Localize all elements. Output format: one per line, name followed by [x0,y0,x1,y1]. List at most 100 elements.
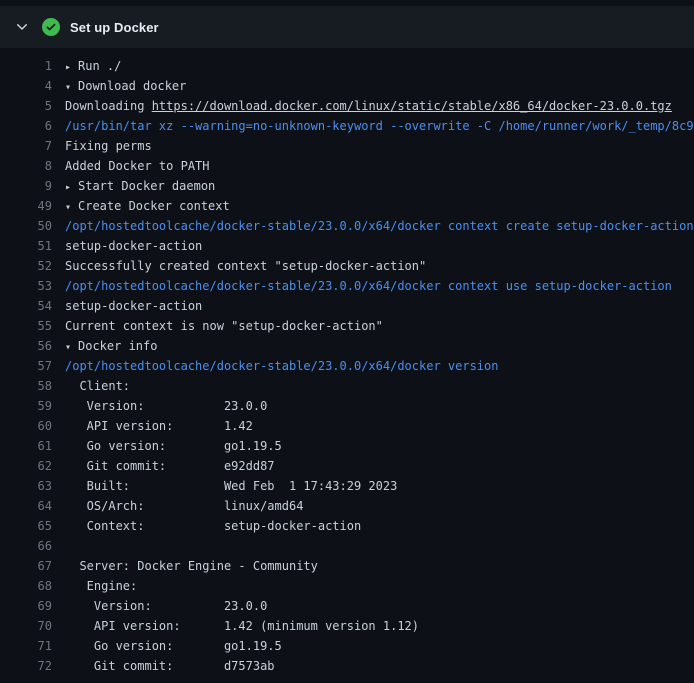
line-number[interactable]: 53 [0,276,52,296]
log-line: 52 Successfully created context "setup-do… [0,256,694,276]
group-expanded-icon[interactable]: ▾ [65,78,78,96]
step-header[interactable]: Set up Docker [0,6,694,48]
group-expanded-icon[interactable]: ▾ [65,338,78,356]
chevron-down-icon[interactable] [14,19,30,35]
log-text: Download docker [78,79,186,93]
line-number[interactable]: 69 [0,596,52,616]
line-number[interactable]: 59 [0,396,52,416]
log-link[interactable]: https://download.docker.com/linux/static… [152,99,672,113]
log-line: 5Downloading https://download.docker.com… [0,96,694,116]
line-number[interactable]: 72 [0,656,52,676]
line-number[interactable]: 54 [0,296,52,316]
line-content: Git commit: d7573ab [52,656,275,676]
log-text: Current context is now "setup-docker-act… [65,319,383,333]
line-number[interactable]: 6 [0,116,52,136]
line-content: Client: [52,376,130,396]
line-content: Context: setup-docker-action [52,516,361,536]
log-text: Start Docker daemon [78,179,215,193]
line-number[interactable]: 56 [0,336,52,356]
log-line: 65 Context: setup-docker-action [0,516,694,536]
log-text: Built: Wed Feb 1 17:43:29 2023 [65,479,397,493]
log-text: Go version: go1.19.5 [65,439,282,453]
log-line: 58 Client: [0,376,694,396]
log-line: 66 [0,536,694,556]
line-content: Engine: [52,576,137,596]
group-collapsed-icon[interactable]: ▸ [65,58,78,76]
log-text: Go version: go1.19.5 [65,639,282,653]
log-line: 70 API version: 1.42 (minimum version 1.… [0,616,694,636]
line-content: Successfully created context "setup-dock… [52,256,426,276]
log-line: 53/opt/hostedtoolcache/docker-stable/23.… [0,276,694,296]
log-command-text: /opt/hostedtoolcache/docker-stable/23.0.… [65,279,672,293]
line-number[interactable]: 65 [0,516,52,536]
log-line: 59 Version: 23.0.0 [0,396,694,416]
log-text: Docker info [78,339,157,353]
log-line: 4▾Download docker [0,76,694,96]
log-line: 57/opt/hostedtoolcache/docker-stable/23.… [0,356,694,376]
log-text: Git commit: d7573ab [65,659,275,673]
log-text: setup-docker-action [65,299,202,313]
line-content: OS/Arch: linux/amd64 [52,496,303,516]
line-number[interactable]: 63 [0,476,52,496]
log-line: 56 ▾Docker info [0,336,694,356]
step-title: Set up Docker [70,20,159,35]
actions-log-viewer: Set up Docker 1▸Run ./4▾Download docker5… [0,0,694,683]
log-text: OS/Arch: linux/amd64 [65,499,303,513]
line-content: /opt/hostedtoolcache/docker-stable/23.0.… [52,356,498,376]
log-text: Downloading [65,99,152,113]
line-content: ▾Download docker [52,76,186,96]
log-line: 8 Added Docker to PATH [0,156,694,176]
log-text: Context: setup-docker-action [65,519,361,533]
line-content: Server: Docker Engine - Community [52,556,318,576]
log-line: 67 Server: Docker Engine - Community [0,556,694,576]
line-number[interactable]: 67 [0,556,52,576]
line-number[interactable]: 55 [0,316,52,336]
line-content: Current context is now "setup-docker-act… [52,316,383,336]
log-text: Version: 23.0.0 [65,399,267,413]
line-number[interactable]: 8 [0,156,52,176]
line-number[interactable]: 51 [0,236,52,256]
line-number[interactable]: 70 [0,616,52,636]
log-text: API version: 1.42 [65,419,253,433]
log-text: Engine: [65,579,137,593]
log-text: Git commit: e92dd87 [65,459,275,473]
line-number[interactable]: 50 [0,216,52,236]
line-number[interactable]: 64 [0,496,52,516]
line-number[interactable]: 7 [0,136,52,156]
log-line: 62 Git commit: e92dd87 [0,456,694,476]
log-line: 9 ▸Start Docker daemon [0,176,694,196]
line-number[interactable]: 52 [0,256,52,276]
line-number[interactable]: 58 [0,376,52,396]
group-expanded-icon[interactable]: ▾ [65,198,78,216]
line-content: /opt/hostedtoolcache/docker-stable/23.0.… [52,216,694,236]
log-line: 61 Go version: go1.19.5 [0,436,694,456]
line-number[interactable]: 62 [0,456,52,476]
line-number[interactable]: 66 [0,536,52,556]
log-area: 1▸Run ./4▾Download docker5Downloading ht… [0,48,694,683]
line-number[interactable]: 9 [0,176,52,196]
line-content: Downloading https://download.docker.com/… [52,96,672,116]
line-content: Version: 23.0.0 [52,596,267,616]
group-collapsed-icon[interactable]: ▸ [65,178,78,196]
line-number[interactable]: 61 [0,436,52,456]
line-number[interactable]: 71 [0,636,52,656]
log-line: 6/usr/bin/tar xz --warning=no-unknown-ke… [0,116,694,136]
line-number[interactable]: 57 [0,356,52,376]
line-number[interactable]: 4 [0,76,52,96]
line-content: ▸Run ./ [52,56,121,76]
log-command-text: /opt/hostedtoolcache/docker-stable/23.0.… [65,219,694,233]
line-content: Fixing perms [52,136,152,156]
log-text: Run ./ [78,59,121,73]
line-content: /usr/bin/tar xz --warning=no-unknown-key… [52,116,694,136]
log-text: Fixing perms [65,139,152,153]
log-text: Added Docker to PATH [65,159,210,173]
line-number[interactable]: 60 [0,416,52,436]
log-text: Successfully created context "setup-dock… [65,259,426,273]
line-number[interactable]: 5 [0,96,52,116]
line-content: API version: 1.42 [52,416,253,436]
line-number[interactable]: 1 [0,56,52,76]
line-content: Git commit: e92dd87 [52,456,275,476]
line-number[interactable]: 49 [0,196,52,216]
log-line: 69 Version: 23.0.0 [0,596,694,616]
line-number[interactable]: 68 [0,576,52,596]
